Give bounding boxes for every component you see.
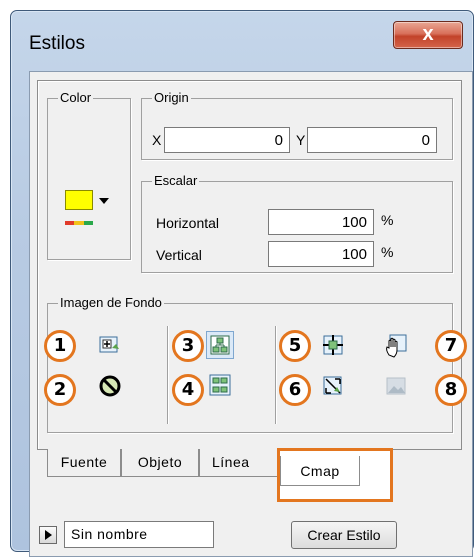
tab-linea[interactable]: Línea: [199, 449, 279, 477]
marker-8: 8: [435, 374, 467, 406]
vertical-label: Vertical: [156, 247, 202, 263]
origin-x-label: X: [152, 132, 162, 148]
close-button[interactable]: x: [393, 21, 463, 49]
background-group-label: Imagen de Fondo: [58, 295, 164, 311]
horizontal-label: Horizontal: [156, 215, 220, 231]
style-name-field[interactable]: Sin nombre: [64, 521, 214, 548]
escalar-group-label: Escalar: [152, 173, 200, 189]
tab-fuente[interactable]: Fuente: [47, 449, 121, 477]
color-picker-button[interactable]: [65, 190, 111, 225]
marker-5: 5: [279, 330, 311, 362]
vertical-scale-field[interactable]: 100: [268, 241, 374, 267]
no-image-icon[interactable]: [98, 374, 122, 398]
stretch-image-icon[interactable]: [321, 374, 345, 398]
styles-window: Estilos x Color Origin X 0 Y 0 Escalar H…: [10, 10, 474, 557]
color-swatch: [65, 190, 93, 210]
color-group-label: Color: [58, 90, 94, 106]
marker-4: 4: [172, 374, 204, 406]
window-title: Estilos: [29, 33, 85, 54]
tile-layout-icon[interactable]: [208, 373, 232, 397]
cmap-tab-panel: Color Origin X 0 Y 0 Escalar Horizontal: [37, 80, 467, 450]
origin-group-label: Origin: [152, 90, 191, 106]
horizontal-scale-field[interactable]: 100: [268, 209, 374, 235]
marker-2: 2: [44, 374, 76, 406]
color-group: Color: [47, 90, 131, 260]
origin-x-field[interactable]: 0: [164, 127, 290, 153]
hand-move-icon[interactable]: [383, 333, 407, 358]
divider: [275, 326, 276, 424]
vertical-unit: %: [381, 244, 394, 260]
marker-7: 7: [435, 330, 467, 362]
center-image-icon[interactable]: [321, 333, 345, 357]
origin-y-label: Y: [296, 132, 306, 148]
tab-cmap[interactable]: Cmap: [280, 456, 360, 486]
play-icon[interactable]: [39, 526, 57, 544]
disabled-image-icon: [384, 374, 408, 398]
chevron-down-icon: [99, 198, 109, 204]
marker-3: 3: [172, 330, 204, 362]
create-style-button[interactable]: Crear Estilo: [291, 521, 397, 549]
fit-layout-icon[interactable]: [206, 331, 234, 359]
horizontal-unit: %: [381, 212, 394, 228]
dialog-body: Color Origin X 0 Y 0 Escalar Horizontal: [29, 71, 473, 557]
add-image-icon[interactable]: [98, 333, 122, 357]
divider: [167, 326, 168, 424]
color-picker-icon: [65, 212, 93, 225]
marker-1: 1: [44, 330, 76, 362]
origin-y-field[interactable]: 0: [307, 127, 437, 153]
marker-6: 6: [279, 374, 311, 406]
background-image-group: Imagen de Fondo: [47, 295, 453, 433]
tab-objeto[interactable]: Objeto: [121, 449, 199, 477]
